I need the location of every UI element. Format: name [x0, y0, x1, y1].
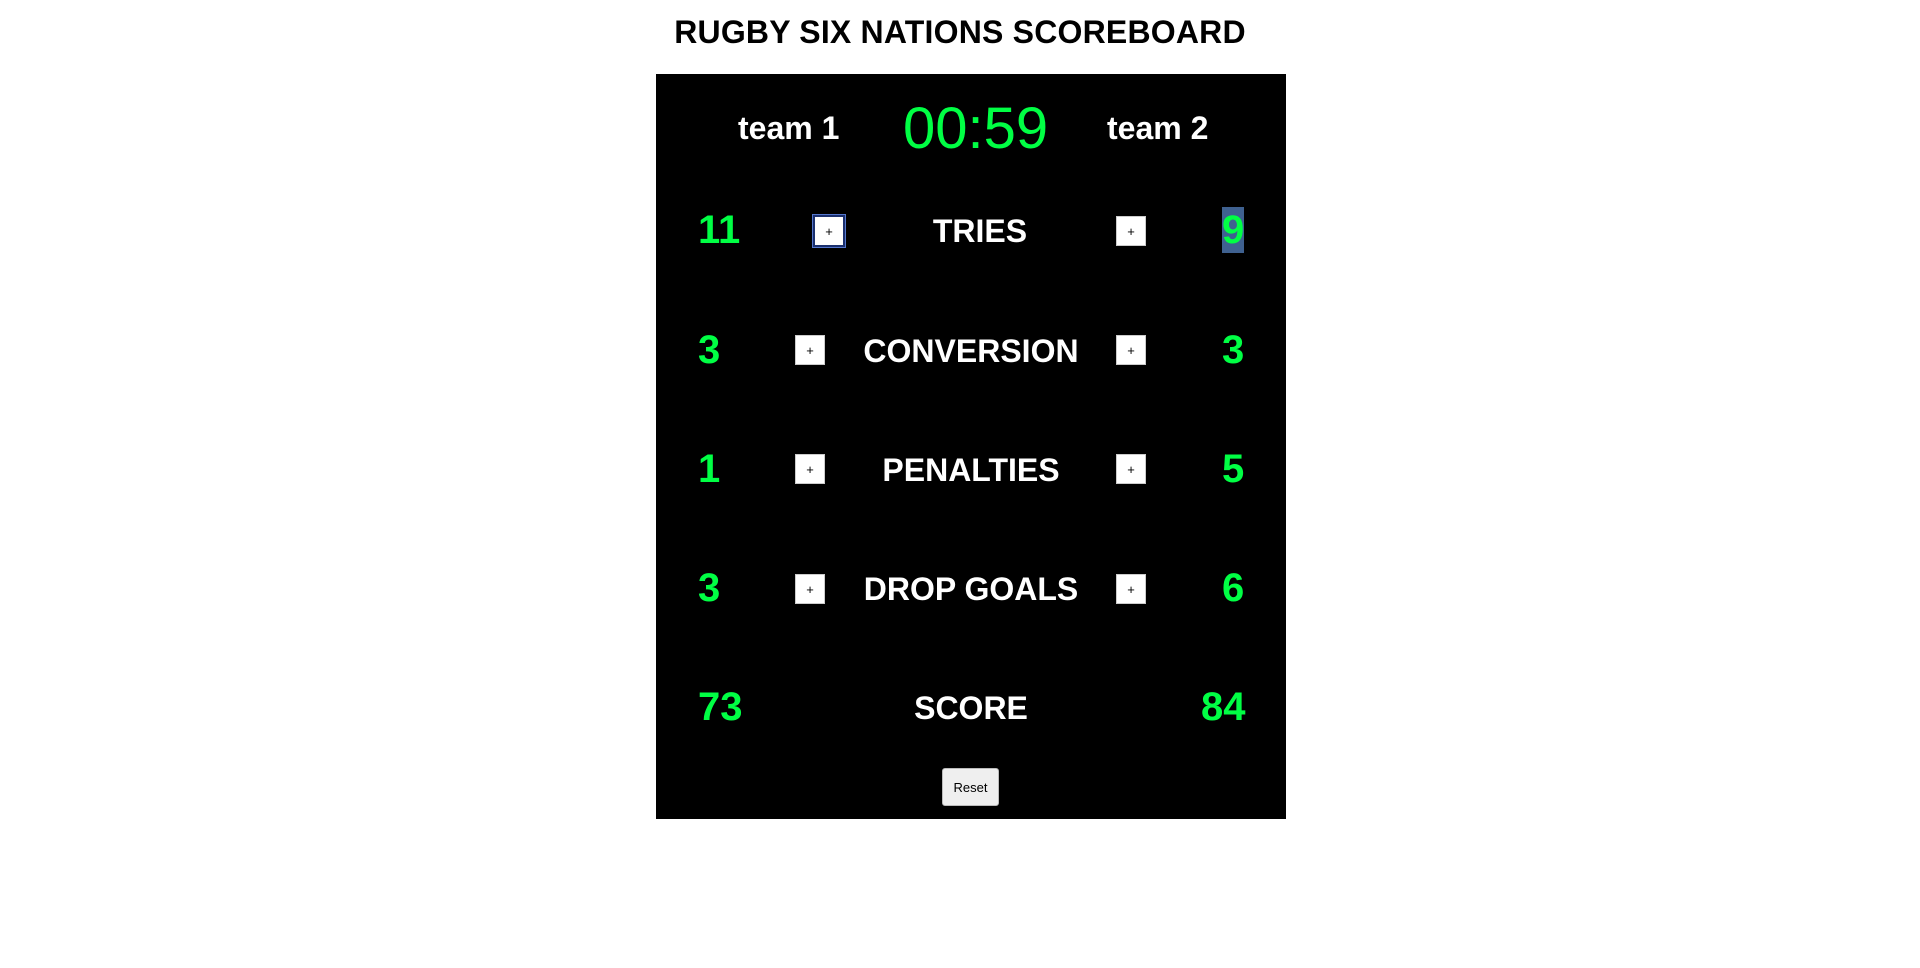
team1-name: team 1 — [738, 110, 840, 146]
tries-label: TRIES — [932, 213, 1028, 249]
team1-penalties-value: 1 — [698, 447, 721, 491]
team2-tries-add-button[interactable]: + — [1116, 216, 1146, 246]
team2-penalties-add-button[interactable]: + — [1116, 454, 1146, 484]
page-title: RUGBY SIX NATIONS SCOREBOARD — [674, 14, 1246, 50]
team1-total-score: 73 — [698, 685, 743, 729]
team1-tries-value: 11 — [698, 208, 741, 252]
match-timer: 00:59 — [903, 96, 1049, 161]
team1-conversion-value: 3 — [698, 328, 721, 372]
team1-penalties-add-button[interactable]: + — [795, 454, 825, 484]
team2-conversion-value: 3 — [1222, 328, 1245, 372]
team2-tries-value: 9 — [1222, 207, 1245, 253]
score-label: SCORE — [914, 690, 1028, 726]
team2-drop-goals-add-button[interactable]: + — [1116, 574, 1146, 604]
team1-drop-goals-add-button[interactable]: + — [795, 574, 825, 604]
team1-drop-goals-value: 3 — [698, 566, 721, 610]
team2-total-score: 84 — [1201, 685, 1246, 729]
team2-drop-goals-value: 6 — [1222, 566, 1245, 610]
team1-conversion-add-button[interactable]: + — [795, 335, 825, 365]
team2-penalties-value: 5 — [1222, 447, 1245, 491]
team1-tries-add-button[interactable]: + — [812, 214, 846, 248]
penalties-label: PENALTIES — [882, 452, 1060, 488]
reset-button[interactable]: Reset — [942, 768, 999, 806]
drop-goals-label: DROP GOALS — [863, 571, 1079, 607]
team2-conversion-add-button[interactable]: + — [1116, 335, 1146, 365]
conversion-label: CONVERSION — [863, 333, 1079, 369]
team2-name: team 2 — [1107, 110, 1209, 146]
